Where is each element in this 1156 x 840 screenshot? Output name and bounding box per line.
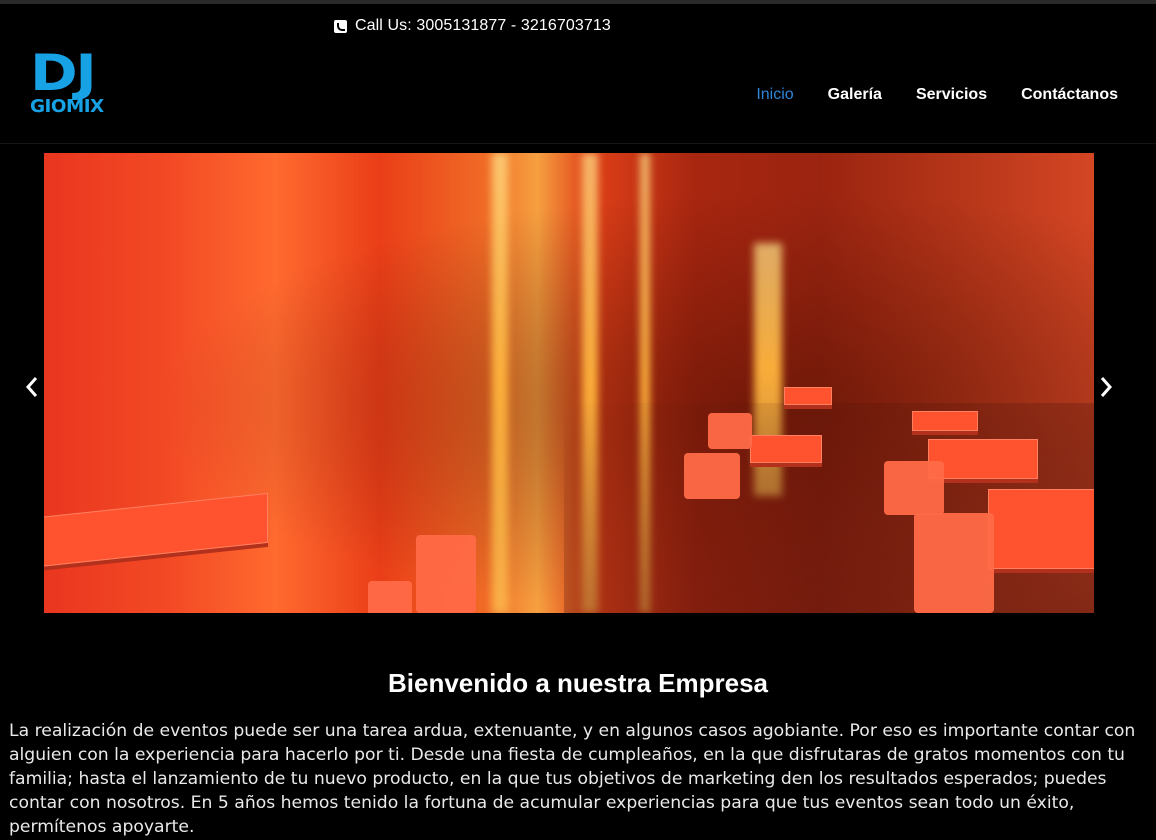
chevron-right-icon	[1100, 377, 1113, 397]
table	[928, 439, 1038, 479]
hero-slider	[44, 153, 1094, 613]
main-nav: Inicio Galería Servicios Contáctanos	[722, 86, 1118, 104]
header-divider	[0, 143, 1156, 144]
nav-servicios[interactable]: Servicios	[916, 86, 987, 104]
table	[912, 411, 978, 431]
welcome-paragraph: La realización de eventos puede ser una …	[9, 721, 1136, 837]
chevron-left-icon	[25, 377, 38, 397]
logo-text-giomix: GIOMIX	[30, 96, 104, 117]
chair	[914, 513, 994, 613]
nav-inicio[interactable]: Inicio	[756, 86, 793, 104]
table	[750, 435, 822, 463]
top-strip	[0, 0, 1156, 4]
table	[784, 387, 832, 405]
call-us-bar: Call Us: 3005131877 - 3216703713	[334, 16, 611, 36]
site-logo[interactable]: DJ GIOMIX	[30, 48, 130, 120]
welcome-title: Bienvenido a nuestra Empresa	[387, 668, 769, 698]
logo-text-dj: DJ	[30, 44, 97, 102]
chair	[884, 461, 944, 515]
chair	[708, 413, 752, 449]
light-beam	[492, 153, 508, 613]
chair	[416, 535, 476, 613]
table	[988, 489, 1094, 569]
call-us-text: Call Us: 3005131877 - 3216703713	[355, 17, 611, 34]
nav-galeria[interactable]: Galería	[828, 86, 882, 104]
phone-icon	[334, 19, 347, 33]
chair	[684, 453, 740, 499]
nav-contactanos[interactable]: Contáctanos	[1021, 86, 1118, 104]
slider-prev-button[interactable]	[22, 372, 42, 402]
slider-next-button[interactable]	[1096, 372, 1116, 402]
chair	[368, 581, 412, 613]
